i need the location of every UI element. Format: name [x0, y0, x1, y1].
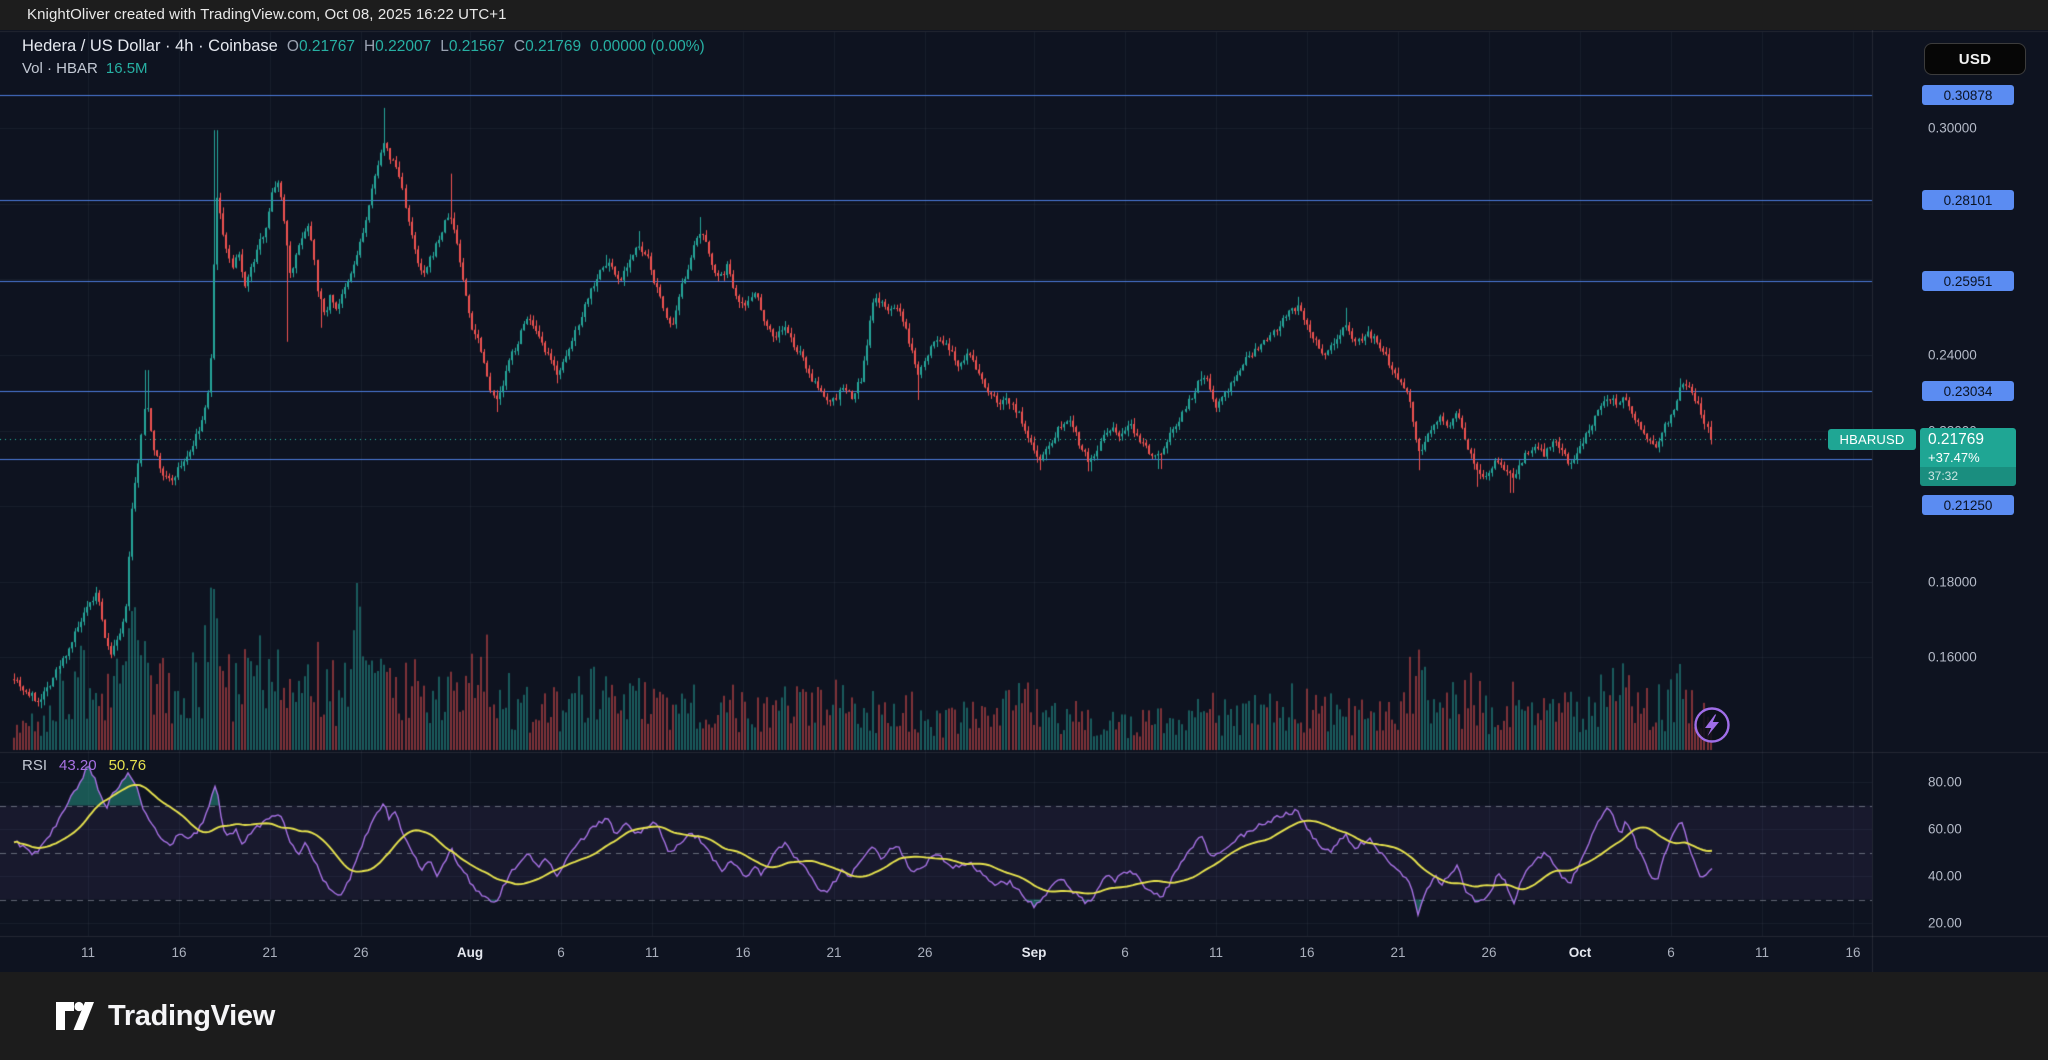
tradingview-brand-text[interactable]: TradingView	[108, 1000, 275, 1033]
ohlc-high: H0.22007	[364, 38, 431, 56]
rsi-ma-value: 50.76	[109, 757, 147, 774]
attribution-text: KnightOliver created with TradingView.co…	[27, 6, 507, 23]
volume-indicator-value: 16.5M	[106, 60, 148, 77]
time-tick-label: 6	[1667, 945, 1675, 960]
footer-bar: TradingView	[0, 972, 2048, 1060]
time-scale[interactable]: 11 16 21 26 Aug 6 11 16 21 26 Sep 6 11 16 21 26 Oct 6 11 16	[0, 936, 1872, 972]
attribution-bar: KnightOliver created with TradingView.co…	[0, 0, 2048, 30]
rsi-title: RSI	[22, 757, 47, 774]
time-tick-label: 16	[1299, 945, 1314, 960]
chart-legend: Hedera / US Dollar · 4h · Coinbase O0.21…	[22, 37, 705, 80]
level-price-label: 0.28101	[1922, 190, 2014, 210]
rsi-tick-label: 60.00	[1928, 822, 1962, 837]
symbol-title[interactable]: Hedera / US Dollar · 4h · Coinbase	[22, 37, 278, 56]
lightning-icon[interactable]	[1692, 705, 1732, 745]
level-price-label: 0.21250	[1922, 495, 2014, 515]
current-price-label[interactable]: 0.21769 +37.47% 37:32	[1920, 428, 2016, 486]
price-scale[interactable]: USD 0.21769 +37.47% 37:32 0.300000.28000…	[1872, 30, 2048, 972]
level-price-label: 0.23034	[1922, 381, 2014, 401]
price-tick-label: 0.30000	[1928, 121, 1977, 136]
current-price-change: +37.47%	[1920, 450, 2016, 467]
price-line-symbol-pill[interactable]: HBARUSD	[1828, 429, 1916, 450]
bar-countdown: 37:32	[1920, 467, 2016, 486]
time-tick-label: 26	[917, 945, 932, 960]
time-tick-label: Oct	[1569, 945, 1592, 960]
time-tick-label: 26	[1481, 945, 1496, 960]
time-tick-label: Sep	[1022, 945, 1047, 960]
chart-canvas[interactable]	[0, 0, 2048, 1060]
ohlc-low: L0.21567	[440, 38, 505, 56]
rsi-tick-label: 40.00	[1928, 869, 1962, 884]
price-tick-label: 0.16000	[1928, 650, 1977, 665]
time-tick-label: Aug	[457, 945, 483, 960]
time-tick-label: 21	[262, 945, 277, 960]
price-tick-label: 0.24000	[1928, 347, 1977, 362]
time-tick-label: 11	[645, 945, 659, 960]
volume-indicator-label[interactable]: Vol · HBAR	[22, 60, 98, 77]
ohlc-close: C0.21769	[514, 38, 581, 56]
time-tick-label: 26	[353, 945, 368, 960]
current-price-value: 0.21769	[1920, 428, 2016, 450]
currency-toggle-button[interactable]: USD	[1924, 43, 2026, 75]
time-tick-label: 6	[1121, 945, 1129, 960]
time-tick-label: 11	[1755, 945, 1769, 960]
time-tick-label: 16	[735, 945, 750, 960]
time-tick-label: 21	[826, 945, 841, 960]
time-tick-label: 11	[81, 945, 95, 960]
rsi-tick-label: 80.00	[1928, 775, 1962, 790]
time-tick-label: 6	[557, 945, 565, 960]
level-price-label: 0.30878	[1922, 85, 2014, 105]
time-tick-label: 11	[1209, 945, 1223, 960]
time-tick-label: 16	[171, 945, 186, 960]
level-price-label: 0.25951	[1922, 271, 2014, 291]
rsi-tick-label: 20.00	[1928, 916, 1962, 931]
rsi-value: 43.20	[59, 757, 97, 774]
time-tick-label: 16	[1845, 945, 1860, 960]
rsi-legend[interactable]: RSI 43.20 50.76	[22, 757, 146, 774]
ohlc-open: O0.21767	[287, 38, 355, 56]
tradingview-logo-icon[interactable]	[55, 1001, 95, 1031]
price-tick-label: 0.18000	[1928, 574, 1977, 589]
ohlc-change: 0.00000 (0.00%)	[590, 38, 705, 56]
time-tick-label: 21	[1390, 945, 1405, 960]
